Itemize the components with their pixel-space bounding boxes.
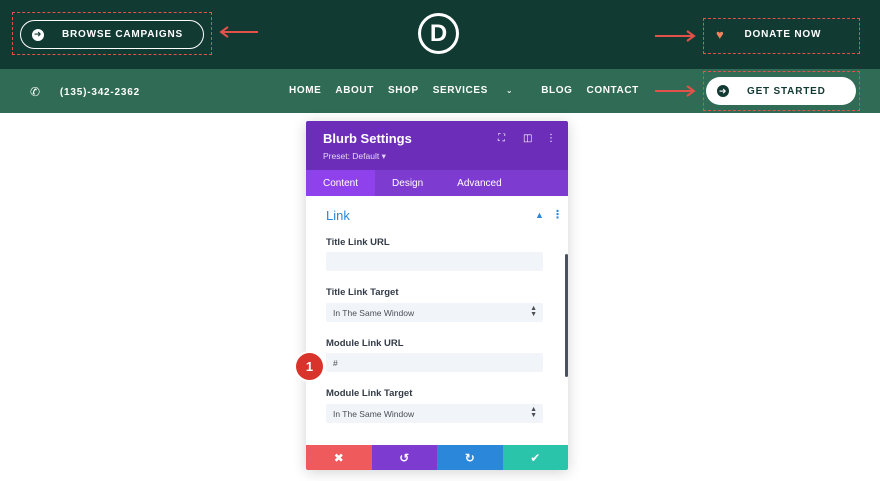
annotation-arrow-left-icon [219,26,258,38]
title-link-url-input[interactable] [326,252,543,271]
more-options-icon[interactable]: ⋮ [546,133,556,144]
cancel-button[interactable]: ✖ [306,445,372,470]
blurb-settings-panel: Blurb Settings Preset: Default ▾ ⛶ ◫ ⋮ C… [306,121,568,470]
panel-title: Blurb Settings [323,131,412,146]
panel-header: Blurb Settings Preset: Default ▾ ⛶ ◫ ⋮ [306,121,568,170]
annotation-arrow-right-icon [655,85,696,97]
panel-action-bar: ✖ ↺ ↻ ✔ [306,445,568,470]
section-options-icon[interactable]: ⋮ [552,208,563,221]
chevron-up-icon[interactable]: ▲ [535,210,544,220]
panel-scrollbar[interactable] [565,254,568,377]
menu-item-shop[interactable]: SHOP [388,85,419,96]
get-started-button[interactable]: ➜ GET STARTED [706,77,856,105]
donate-now-label: DONATE NOW [744,29,822,40]
select-arrows-icon: ▲ ▼ [530,305,537,318]
undo-icon: ↺ [399,450,410,465]
module-link-url-label: Module Link URL [326,338,404,349]
menu-item-contact[interactable]: CONTACT [587,85,639,96]
annotation-arrow-right-icon [655,30,696,42]
redo-icon: ↻ [464,450,475,465]
heart-icon: ♥ [716,27,725,42]
phone-icon: ✆ [30,85,41,99]
get-started-label: GET STARTED [747,85,826,97]
phone-number: (135)-342-2362 [59,86,140,98]
checkmark-icon: ✔ [530,450,541,465]
tab-design[interactable]: Design [375,170,440,196]
save-button[interactable]: ✔ [502,445,568,470]
undo-button[interactable]: ↺ [371,445,437,470]
title-link-target-label: Title Link Target [326,287,399,298]
menu-item-services[interactable]: SERVICES ⌄ [433,85,528,96]
select-arrows-icon: ▲ ▼ [530,406,537,419]
module-link-target-value: In The Same Window [333,408,415,419]
redo-button[interactable]: ↻ [437,445,503,470]
arrow-right-circle-icon: ➜ [32,28,44,41]
menu-item-blog[interactable]: BLOG [541,85,572,96]
title-link-target-select[interactable]: In The Same Window ▲ ▼ [326,303,543,322]
panel-tabs: Content Design Advanced [306,170,568,196]
module-link-url-input[interactable]: # [326,353,543,372]
title-link-target-value: In The Same Window [333,307,415,318]
menu-item-services-label: SERVICES [432,85,488,96]
browse-campaigns-label: BROWSE CAMPAIGNS [62,29,183,40]
module-link-target-select[interactable]: In The Same Window ▲ ▼ [326,404,543,423]
donate-now-button[interactable]: ♥ DONATE NOW [716,27,821,42]
preset-selector[interactable]: Preset: Default ▾ [323,151,386,162]
chevron-down-icon: ⌄ [505,86,514,95]
browse-campaigns-button[interactable]: ➜ BROWSE CAMPAIGNS [20,20,204,49]
main-menu: HOME ABOUT SHOP SERVICES ⌄ BLOG CONTACT [289,85,653,96]
phone-contact[interactable]: ✆ (135)-342-2362 [30,85,140,99]
site-logo[interactable]: D [418,13,459,54]
tab-advanced[interactable]: Advanced [440,170,518,196]
step-badge: 1 [296,353,323,380]
close-icon: ✖ [333,450,344,465]
menu-item-home[interactable]: HOME [289,85,321,96]
tab-content[interactable]: Content [306,170,376,196]
section-title-link[interactable]: Link [326,208,350,223]
menu-item-about[interactable]: ABOUT [335,85,374,96]
arrow-right-circle-icon: ➜ [717,85,729,97]
split-view-icon[interactable]: ◫ [523,133,532,144]
module-link-target-label: Module Link Target [326,388,413,399]
title-link-url-label: Title Link URL [326,237,390,248]
fullscreen-icon[interactable]: ⛶ [498,133,505,144]
